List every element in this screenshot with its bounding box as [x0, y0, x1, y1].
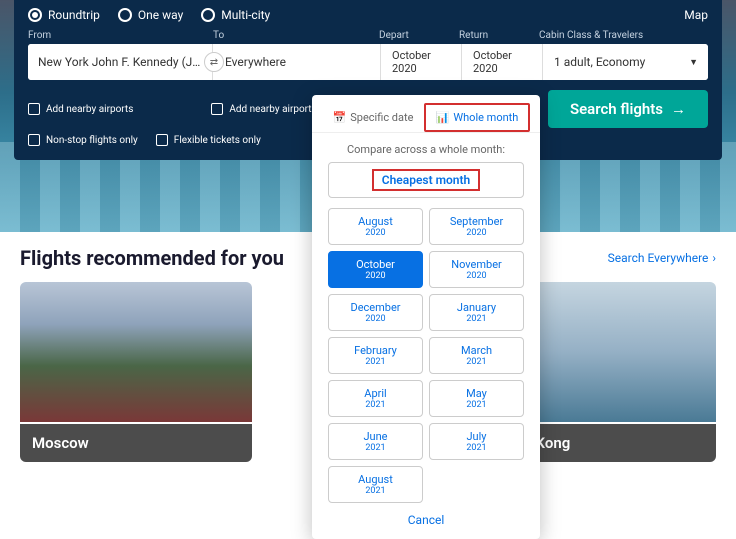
- month-option[interactable]: May2021: [429, 380, 524, 417]
- month-option[interactable]: April2021: [328, 380, 423, 417]
- nearby-to-checkbox[interactable]: Add nearby airports: [211, 103, 316, 115]
- month-option[interactable]: February2021: [328, 337, 423, 374]
- cheapest-month-button[interactable]: Cheapest month: [328, 162, 524, 198]
- month-option[interactable]: July2021: [429, 423, 524, 460]
- month-option[interactable]: August2021: [328, 466, 423, 503]
- label-return: Return: [459, 30, 539, 41]
- search-everywhere-link[interactable]: Search Everywhere›: [608, 251, 716, 265]
- trip-oneway-radio[interactable]: One way: [118, 8, 183, 22]
- map-link[interactable]: Map: [684, 8, 708, 22]
- label-to: To: [213, 30, 379, 41]
- date-popover: 📅Specific date 📊Whole month Compare acro…: [312, 95, 540, 539]
- from-input[interactable]: New York John F. Kennedy (J…: [28, 44, 213, 80]
- month-option[interactable]: June2021: [328, 423, 423, 460]
- month-option[interactable]: September2020: [429, 208, 524, 245]
- month-option[interactable]: October2020: [328, 251, 423, 288]
- return-input[interactable]: October 2020: [463, 44, 543, 80]
- month-option[interactable]: November2020: [429, 251, 524, 288]
- nonstop-checkbox[interactable]: Non-stop flights only: [28, 134, 138, 146]
- label-depart: Depart: [379, 30, 459, 41]
- trip-roundtrip-radio[interactable]: Roundtrip: [28, 8, 100, 22]
- arrow-right-icon: →: [671, 100, 686, 118]
- calendar-icon: 📅: [333, 111, 347, 124]
- label-cabin: Cabin Class & Travelers: [539, 30, 708, 41]
- month-option[interactable]: January2021: [429, 294, 524, 331]
- chart-icon: 📊: [436, 111, 450, 124]
- label-from: From: [28, 30, 213, 41]
- to-input[interactable]: Everywhere: [215, 44, 381, 80]
- trip-multicity-radio[interactable]: Multi-city: [201, 8, 270, 22]
- chevron-right-icon: ›: [712, 251, 716, 265]
- tab-whole-month[interactable]: 📊Whole month: [424, 103, 530, 132]
- chevron-down-icon: ▼: [689, 57, 698, 68]
- month-option[interactable]: August2020: [328, 208, 423, 245]
- cancel-button[interactable]: Cancel: [312, 503, 540, 531]
- tab-specific-date[interactable]: 📅Specific date: [322, 103, 424, 132]
- recommended-card[interactable]: Moscow: [20, 282, 252, 462]
- card-image: [20, 282, 252, 422]
- recommended-title: Flights recommended for you: [20, 246, 284, 270]
- compare-text: Compare across a whole month:: [312, 133, 540, 162]
- nearby-from-checkbox[interactable]: Add nearby airports: [28, 103, 133, 115]
- month-option[interactable]: March2021: [429, 337, 524, 374]
- month-option[interactable]: December2020: [328, 294, 423, 331]
- search-flights-button[interactable]: Search flights→: [548, 90, 708, 128]
- depart-input[interactable]: October 2020: [382, 44, 462, 80]
- cabin-input[interactable]: 1 adult, Economy▼: [544, 44, 708, 80]
- card-destination: Moscow: [20, 424, 252, 462]
- swap-icon[interactable]: ⇄: [204, 52, 224, 72]
- flexible-checkbox[interactable]: Flexible tickets only: [156, 134, 261, 146]
